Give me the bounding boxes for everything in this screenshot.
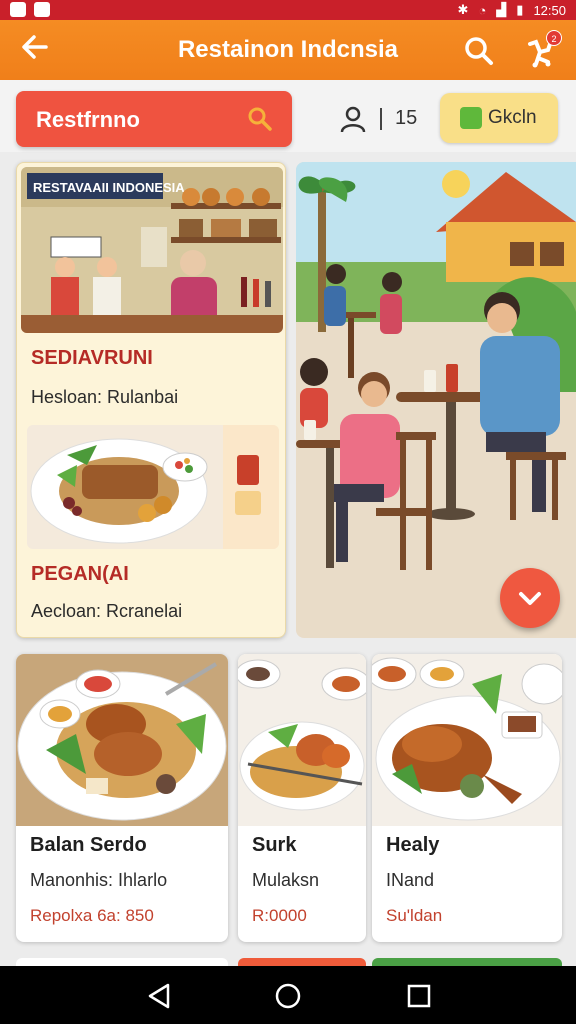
cart-badge: 2 [546,30,562,46]
search-icon[interactable] [462,34,496,68]
wifi-icon: ◔ [478,2,487,18]
restaurant-counter-image: RESTAVAAII INDONESIA [21,167,283,333]
item-count: 15 [395,107,418,129]
action-button-label: Gkcln [488,107,537,128]
roast-chicken-plate-image [16,654,228,826]
action-button[interactable]: Gkcln [440,93,558,143]
list-item[interactable]: Balan Serdo Manonhis: Ihlarlo Repolxa 6a… [16,654,228,942]
grilled-fish-plate-image [27,425,279,549]
item-title: Surk [252,834,297,856]
home-nav-icon[interactable] [273,982,303,1010]
search-icon[interactable] [246,105,274,133]
system-nav-bar [0,966,576,1024]
roast-duck-plate-image [372,654,562,826]
feature-heading-2: PEGAN(AI [31,563,129,585]
bluetooth-icon: ✱ [457,2,469,17]
status-time: 12:50 [533,2,566,18]
item-price: R:0000 [252,906,307,925]
battery-icon: ▮ [516,2,524,17]
feature-card[interactable]: RESTAVAAII INDONESIA SEDIAVRUNI Hesloan:… [16,162,286,638]
cart-icon[interactable]: 2 [526,30,562,68]
search-input[interactable]: Restfrnno [16,91,292,147]
noodle-plate-image [238,654,366,826]
notification-icon [10,2,26,17]
item-title: Balan Serdo [30,834,147,856]
search-row: Restfrnno 15 Gkcln [0,80,576,152]
list-item[interactable]: Healy INand Su'ldan [372,654,562,942]
shop-sign: RESTAVAAII INDONESIA [33,180,185,195]
dining-scene-image [296,162,576,638]
item-title: Healy [386,834,440,856]
item-desc: INand [386,870,435,890]
feature-subtitle-2: Aecloan: Rcranelai [31,601,183,621]
feature-subtitle-1: Hesloan: Rulanbai [31,387,179,407]
divider [380,108,382,130]
chat-icon [460,107,482,129]
item-desc: Manonhis: Ihlarlo [30,870,168,890]
list-item[interactable]: Surk Mulaksn R:0000 [238,654,366,942]
user-icon[interactable] [338,104,368,134]
status-bar: ✱ ◔ ▟ ▮ 12:50 [0,0,576,20]
recents-nav-icon[interactable] [404,982,434,1010]
scroll-down-button[interactable] [500,568,560,628]
signal-icon: ▟ [496,2,507,17]
chevron-down-icon [519,592,541,605]
back-nav-icon[interactable] [144,982,174,1010]
item-price: Repolxa 6a: 850 [30,906,154,925]
search-input-value: Restfrnno [36,107,140,132]
item-desc: Mulaksn [252,870,320,890]
app-bar: Restainon Indcnsia 2 [0,20,576,80]
item-price: Su'ldan [386,906,443,925]
feature-heading-1: SEDIAVRUNI [31,347,153,369]
photo-icon [34,2,50,17]
